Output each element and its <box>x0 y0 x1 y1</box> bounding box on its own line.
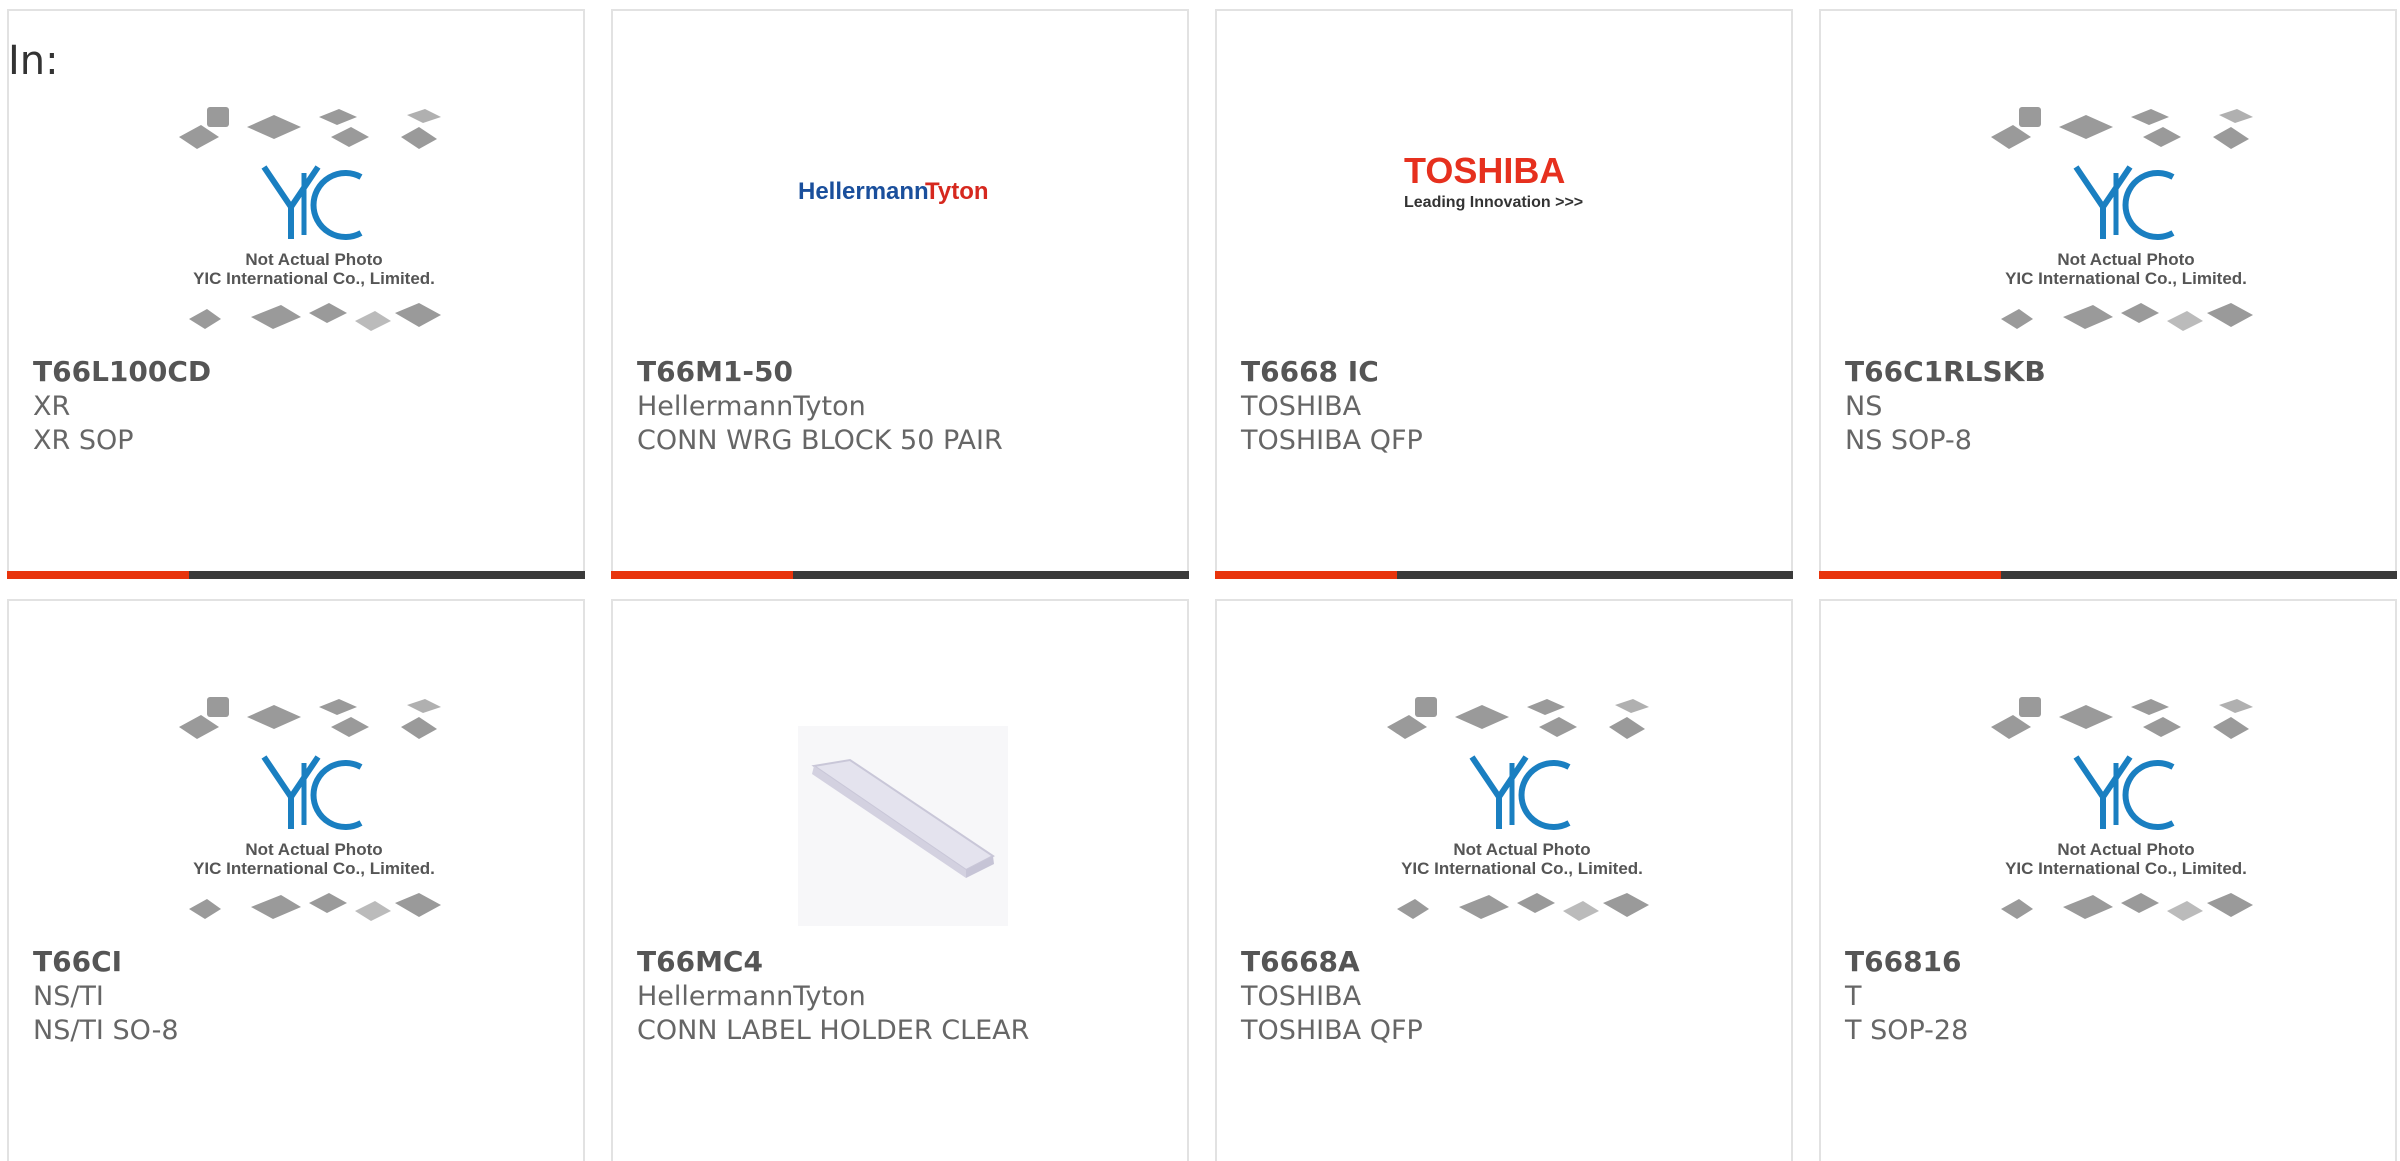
svg-text:TOSHIBA: TOSHIBA <box>1404 151 1565 191</box>
product-image[interactable]: Not Actual Photo YIC International Co., … <box>9 91 583 351</box>
card-accent-bar <box>1215 571 1397 579</box>
product-image[interactable]: TOSHIBA Leading Innovation >>> <box>1217 91 1791 351</box>
svg-text:Tyton: Tyton <box>925 178 989 205</box>
manufacturer: TOSHIBA <box>1241 391 1362 422</box>
svg-text:Not Actual Photo: Not Actual Photo <box>2057 840 2194 859</box>
manufacturer: HellermannTyton <box>637 391 866 422</box>
yic-placeholder-icon: Not Actual Photo YIC International Co., … <box>179 107 441 331</box>
svg-text:Not Actual Photo: Not Actual Photo <box>1453 840 1590 859</box>
part-number[interactable]: T66M1-50 <box>637 355 793 388</box>
card-bottom-bar <box>611 571 1189 579</box>
product-image[interactable] <box>613 681 1187 941</box>
yic-placeholder-icon: Not Actual Photo YIC International Co., … <box>179 697 441 921</box>
part-number[interactable]: T66L100CD <box>33 355 211 388</box>
part-number[interactable]: T66MC4 <box>637 945 763 978</box>
product-image[interactable]: Not Actual Photo YIC International Co., … <box>1821 681 2395 941</box>
product-card[interactable]: Not Actual Photo YIC International Co., … <box>1819 599 2397 1161</box>
part-number[interactable]: T6668A <box>1241 945 1360 978</box>
product-grid-page: In: Not Actual Photo YIC International C… <box>0 0 2400 1161</box>
manufacturer: XR <box>33 391 71 422</box>
svg-text:Leading Innovation >>>: Leading Innovation >>> <box>1404 194 1583 211</box>
product-card[interactable]: Not Actual Photo YIC International Co., … <box>7 599 585 1161</box>
description: CONN WRG BLOCK 50 PAIR <box>637 425 1003 456</box>
manufacturer: T <box>1845 981 1862 1012</box>
description: NS SOP-8 <box>1845 425 1972 456</box>
product-image[interactable]: Hellermann Tyton <box>613 91 1187 351</box>
card-accent-bar <box>7 571 189 579</box>
card-bottom-bar <box>1819 571 2397 579</box>
product-image[interactable]: Not Actual Photo YIC International Co., … <box>9 681 583 941</box>
product-card[interactable]: Hellermann Tyton T66M1-50 HellermannTyto… <box>611 9 1189 579</box>
toshiba-logo-icon: TOSHIBA Leading Innovation >>> <box>1404 151 1583 211</box>
product-card[interactable]: TOSHIBA Leading Innovation >>> T6668 IC … <box>1215 9 1793 579</box>
yic-placeholder-icon: Not Actual Photo YIC International Co., … <box>1387 697 1649 921</box>
part-number[interactable]: T66CI <box>33 945 122 978</box>
product-card[interactable]: T66MC4 HellermannTyton CONN LABEL HOLDER… <box>611 599 1189 1161</box>
manufacturer: NS <box>1845 391 1883 422</box>
product-image[interactable]: Not Actual Photo YIC International Co., … <box>1821 91 2395 351</box>
manufacturer: TOSHIBA <box>1241 981 1362 1012</box>
description: CONN LABEL HOLDER CLEAR <box>637 1015 1030 1046</box>
part-number[interactable]: T66C1RLSKB <box>1845 355 2046 388</box>
yic-placeholder-icon: Not Actual Photo YIC International Co., … <box>1991 697 2253 921</box>
product-card[interactable]: Not Actual Photo YIC International Co., … <box>1215 599 1793 1161</box>
card-bottom-bar <box>7 571 585 579</box>
svg-text:Not Actual Photo: Not Actual Photo <box>245 840 382 859</box>
description: TOSHIBA QFP <box>1241 1015 1423 1046</box>
card-accent-bar <box>611 571 793 579</box>
svg-text:YIC International Co., Limited: YIC International Co., Limited. <box>1401 859 1643 878</box>
filter-label: In: <box>8 38 59 84</box>
manufacturer: HellermannTyton <box>637 981 866 1012</box>
description: XR SOP <box>33 425 134 456</box>
part-number[interactable]: T6668 IC <box>1241 355 1379 388</box>
product-image[interactable]: Not Actual Photo YIC International Co., … <box>1217 681 1791 941</box>
svg-text:YIC International Co., Limited: YIC International Co., Limited. <box>2005 269 2247 288</box>
yic-placeholder-icon: Not Actual Photo YIC International Co., … <box>1991 107 2253 331</box>
description: NS/TI SO-8 <box>33 1015 179 1046</box>
svg-text:YIC International Co., Limited: YIC International Co., Limited. <box>193 859 435 878</box>
hellermanntyton-logo-icon: Hellermann Tyton <box>798 178 989 205</box>
svg-text:Not Actual Photo: Not Actual Photo <box>2057 250 2194 269</box>
label-holder-photo-icon <box>798 726 1008 926</box>
card-bottom-bar <box>1215 571 1793 579</box>
card-accent-bar <box>1819 571 2001 579</box>
svg-text:Hellermann: Hellermann <box>798 178 929 205</box>
product-card[interactable]: Not Actual Photo YIC International Co., … <box>1819 9 2397 579</box>
svg-text:YIC International Co., Limited: YIC International Co., Limited. <box>193 269 435 288</box>
description: T SOP-28 <box>1845 1015 1969 1046</box>
manufacturer: NS/TI <box>33 981 104 1012</box>
product-card[interactable]: Not Actual Photo YIC International Co., … <box>7 9 585 579</box>
svg-text:YIC International Co., Limited: YIC International Co., Limited. <box>2005 859 2247 878</box>
svg-text:Not Actual Photo: Not Actual Photo <box>245 250 382 269</box>
description: TOSHIBA QFP <box>1241 425 1423 456</box>
part-number[interactable]: T66816 <box>1845 945 1962 978</box>
